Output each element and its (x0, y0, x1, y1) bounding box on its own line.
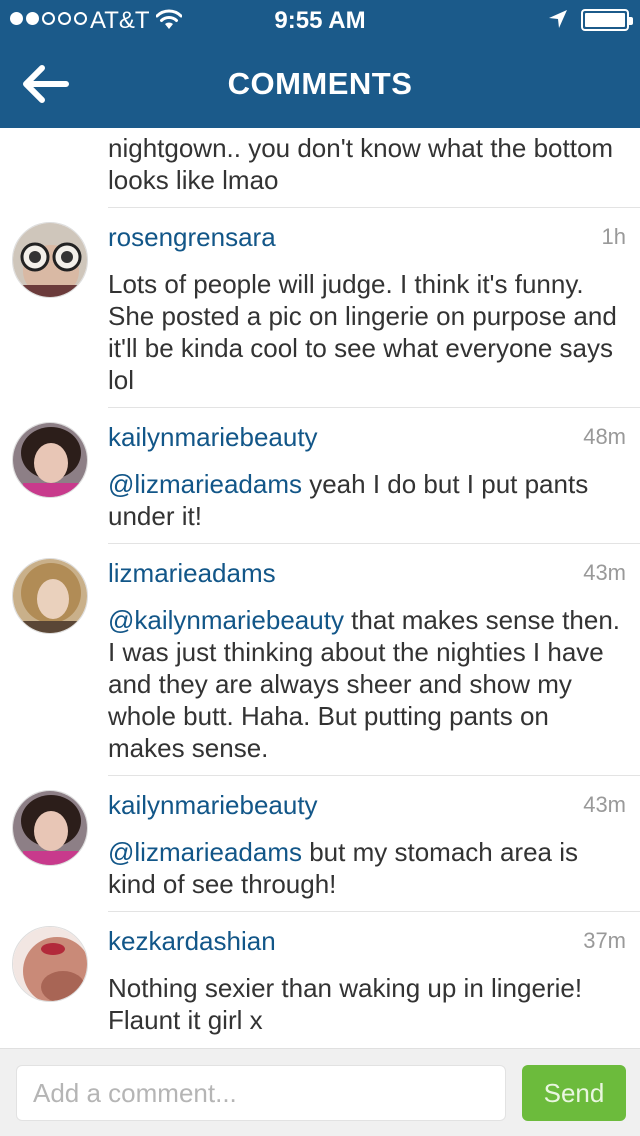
avatar-image (13, 791, 87, 865)
avatar[interactable] (12, 790, 88, 866)
comment-username[interactable]: kezkardashian (108, 926, 276, 957)
avatar[interactable] (12, 558, 88, 634)
location-arrow-icon (549, 10, 567, 28)
comment-composer: Send (0, 1048, 640, 1136)
page-title: COMMENTS (227, 66, 413, 101)
divider (108, 775, 640, 776)
avatar-image (13, 223, 87, 297)
comment-body: Lots of people will judge. I think it's … (108, 269, 617, 395)
avatar-image (13, 423, 87, 497)
divider (108, 543, 640, 544)
comment-username[interactable]: kailynmariebeauty (108, 422, 318, 453)
comment-mention[interactable]: @lizmarieadams (108, 837, 302, 867)
comment-time: 43m (583, 560, 626, 585)
battery-icon (581, 9, 633, 31)
comment-time: 1h (601, 224, 626, 249)
comment-text: @lizmarieadams but my stomach area is ki… (108, 836, 620, 900)
comment-username[interactable]: rosengrensara (108, 222, 276, 253)
comment-username[interactable]: lizmarieadams (108, 558, 276, 589)
comment-mention[interactable]: @lizmarieadams (108, 469, 302, 499)
top-bar: AT&T 9:55 AM COMMENTS (0, 0, 640, 128)
avatar[interactable] (12, 222, 88, 298)
send-button[interactable]: Send (522, 1065, 626, 1121)
divider (108, 207, 640, 208)
comment-mention[interactable]: @kailynmariebeauty (108, 605, 344, 635)
comment-text: Nothing sexier than waking up in lingeri… (108, 972, 620, 1036)
partial-comment-body: nightgown.. you don't know what the bott… (108, 133, 614, 195)
comment-text: Lots of people will judge. I think it's … (108, 268, 620, 396)
divider (108, 911, 640, 912)
avatar-image (13, 559, 87, 633)
avatar[interactable] (12, 926, 88, 1002)
partial-comment-text: nightgown.. you don't know what the bott… (108, 132, 620, 196)
comment-input[interactable] (16, 1065, 506, 1121)
comment-text: @lizmarieadams yeah I do but I put pants… (108, 468, 620, 532)
avatar-image (13, 927, 87, 1001)
comment-time: 48m (583, 424, 626, 449)
comment-text: @kailynmariebeauty that makes sense then… (108, 604, 620, 764)
avatar[interactable] (12, 422, 88, 498)
status-bar: AT&T 9:55 AM (0, 0, 640, 40)
comment-list[interactable]: nightgown.. you don't know what the bott… (0, 128, 640, 1048)
battery-fill (585, 13, 625, 27)
battery-tip (629, 17, 633, 25)
comment-body: Nothing sexier than waking up in lingeri… (108, 973, 583, 1035)
comment-username[interactable]: kailynmariebeauty (108, 790, 318, 821)
status-time: 9:55 AM (274, 7, 366, 34)
comment-time: 37m (583, 928, 626, 953)
comment-time: 43m (583, 792, 626, 817)
divider (108, 407, 640, 408)
